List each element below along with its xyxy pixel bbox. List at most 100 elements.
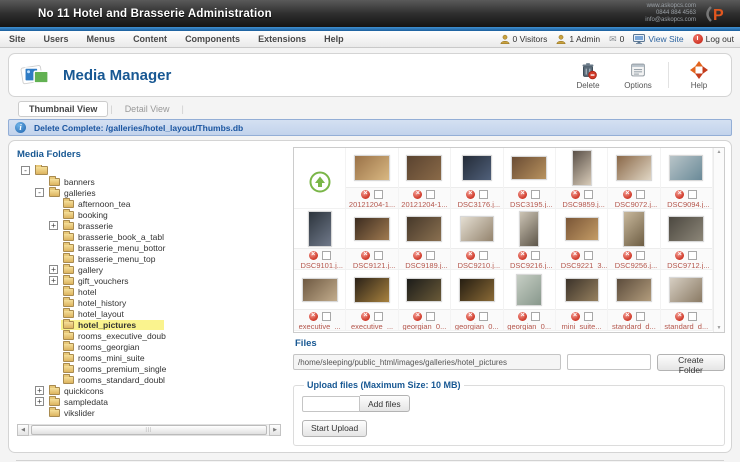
options-button[interactable]: Options — [616, 58, 660, 92]
delete-file-icon[interactable]: × — [413, 312, 422, 321]
tree-item-rooms_executive_doub[interactable]: rooms_executive_doub — [15, 330, 283, 341]
scroll-right-arrow-icon[interactable]: ▶ — [269, 424, 281, 436]
tree-item-label[interactable]: brasserie_menu_bottor — [78, 243, 165, 253]
file-thumbnail[interactable] — [572, 150, 592, 186]
file-name-link[interactable]: 20121204-1... — [347, 200, 397, 208]
tree-item-root[interactable]: - — [15, 165, 283, 176]
tree-item-rooms_mini_suite[interactable]: rooms_mini_suite — [15, 352, 283, 363]
delete-file-icon[interactable]: × — [361, 251, 370, 260]
delete-file-icon[interactable]: × — [623, 251, 632, 260]
file-name-link[interactable]: standard_d... — [609, 322, 659, 330]
file-name-link[interactable]: _DSC3195.j... — [504, 200, 554, 208]
file-name-link[interactable]: executive_... — [295, 322, 345, 330]
tree-item-booking[interactable]: booking — [15, 209, 283, 220]
file-name-link[interactable]: _DSC9210.j... — [452, 261, 502, 269]
tree-item-rooms_georgian[interactable]: rooms_georgian — [15, 341, 283, 352]
delete-file-icon[interactable]: × — [413, 190, 422, 199]
delete-button[interactable]: Delete — [566, 58, 610, 92]
tree-item-label[interactable]: booking — [78, 210, 108, 220]
file-name-link[interactable]: georgian_0... — [452, 322, 502, 330]
delete-file-icon[interactable]: × — [309, 312, 318, 321]
menu-item-extensions[interactable]: Extensions — [249, 31, 315, 48]
file-checkbox[interactable] — [322, 251, 331, 260]
file-name-link[interactable]: standard_d... — [661, 322, 711, 330]
tab-detail-view[interactable]: Detail View — [115, 102, 180, 116]
file-thumbnail[interactable] — [565, 278, 599, 302]
delete-file-icon[interactable]: × — [675, 251, 684, 260]
view-site-link[interactable]: View Site — [633, 34, 683, 44]
file-checkbox[interactable] — [636, 251, 645, 260]
tree-item-gallery[interactable]: + gallery — [15, 264, 283, 275]
tree-item-label[interactable]: galleries — [64, 188, 96, 198]
tree-item-label[interactable]: sampledata — [64, 397, 108, 407]
delete-file-icon[interactable]: × — [675, 190, 684, 199]
menu-item-components[interactable]: Components — [176, 31, 249, 48]
menu-item-users[interactable]: Users — [35, 31, 78, 48]
file-name-link[interactable]: _DSC9712.j... — [661, 261, 711, 269]
file-thumbnail[interactable] — [460, 216, 494, 242]
file-thumbnail[interactable] — [302, 278, 338, 302]
plus-expander-icon[interactable]: + — [49, 265, 58, 274]
scrollbar-track[interactable]: ||| — [29, 424, 269, 436]
file-checkbox[interactable] — [531, 312, 540, 321]
tree-item-hotel_pictures[interactable]: hotel_pictures — [15, 319, 283, 330]
scroll-left-arrow-icon[interactable]: ◀ — [17, 424, 29, 436]
minus-expander-icon[interactable]: - — [35, 188, 44, 197]
file-checkbox[interactable] — [688, 190, 697, 199]
tree-item-label[interactable]: rooms_premium_single — [78, 364, 166, 374]
delete-file-icon[interactable]: × — [571, 190, 580, 199]
messages-status[interactable]: ✉ 0 — [609, 34, 624, 45]
folder-up-cell[interactable] — [294, 148, 346, 208]
file-checkbox[interactable] — [688, 312, 697, 321]
file-checkbox[interactable] — [374, 312, 383, 321]
delete-file-icon[interactable]: × — [571, 251, 580, 260]
file-thumbnail[interactable] — [668, 216, 704, 242]
file-name-link[interactable]: georgian_0... — [399, 322, 449, 330]
file-thumbnail[interactable] — [354, 217, 390, 241]
help-button[interactable]: Help — [677, 58, 721, 92]
delete-file-icon[interactable]: × — [518, 190, 527, 199]
tree-item-rooms_premium_single[interactable]: rooms_premium_single — [15, 363, 283, 374]
file-checkbox[interactable] — [688, 251, 697, 260]
logout-link[interactable]: Log out — [693, 34, 734, 44]
file-checkbox[interactable] — [584, 312, 593, 321]
tree-item-label[interactable]: hotel_history — [78, 298, 126, 308]
file-thumbnail[interactable] — [616, 155, 652, 181]
tree-item-brasserie_menu_top[interactable]: brasserie_menu_top — [15, 253, 283, 264]
file-name-link[interactable]: _DSC9189.j... — [399, 261, 449, 269]
tab-thumbnail-view[interactable]: Thumbnail View — [18, 101, 108, 117]
tree-item-afternoon_tea[interactable]: afternoon_tea — [15, 198, 283, 209]
tree-item-sampledata[interactable]: +sampledata — [15, 396, 283, 407]
delete-file-icon[interactable]: × — [361, 190, 370, 199]
up-arrow-icon[interactable] — [309, 171, 331, 193]
delete-file-icon[interactable]: × — [413, 251, 422, 260]
tree-item-label[interactable]: gift_vouchers — [78, 276, 129, 286]
menu-item-content[interactable]: Content — [124, 31, 176, 48]
file-name-link[interactable]: 20121204-1... — [399, 200, 449, 208]
tree-item-label[interactable]: gallery — [78, 265, 103, 275]
file-checkbox[interactable] — [479, 312, 488, 321]
scroll-up-arrow-icon[interactable]: ▲ — [717, 149, 722, 155]
delete-file-icon[interactable]: × — [623, 312, 632, 321]
plus-expander-icon[interactable]: + — [49, 221, 58, 230]
file-thumbnail[interactable] — [354, 155, 390, 181]
tree-horizontal-scrollbar[interactable]: ◀ ||| ▶ — [17, 424, 281, 436]
file-thumbnail[interactable] — [623, 211, 645, 247]
file-thumbnail[interactable] — [308, 211, 332, 247]
file-name-link[interactable]: _DSC9256.j... — [609, 261, 659, 269]
file-checkbox[interactable] — [479, 251, 488, 260]
file-thumbnail[interactable] — [462, 155, 492, 181]
file-name-link[interactable]: _DSC9094.j... — [661, 200, 711, 208]
file-checkbox[interactable] — [636, 312, 645, 321]
menu-item-site[interactable]: Site — [0, 31, 35, 48]
file-name-link[interactable]: mini_suite... — [557, 322, 607, 330]
file-thumbnail[interactable] — [669, 277, 703, 303]
start-upload-button[interactable]: Start Upload — [302, 420, 367, 437]
upload-file-input[interactable] — [302, 396, 360, 412]
file-thumbnail[interactable] — [459, 278, 495, 302]
scrollbar-thumb[interactable]: ||| — [31, 425, 267, 435]
tree-item-label[interactable]: rooms_georgian — [78, 342, 139, 352]
delete-file-icon[interactable]: × — [518, 251, 527, 260]
file-checkbox[interactable] — [479, 190, 488, 199]
tree-item-label[interactable]: vikslider — [64, 408, 95, 418]
